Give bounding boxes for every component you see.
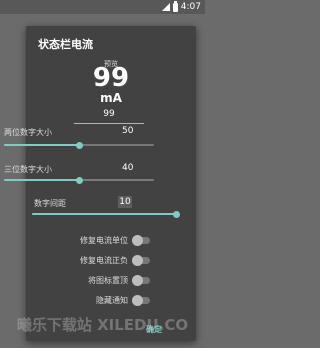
current-settings-dialog: 状态栏电流 预览 99 mA 99 两位数字大小 50 三位数字大小 40 数字… xyxy=(4,26,196,341)
preview-value: 99 xyxy=(92,63,130,93)
switch-row-fix-current-sign[interactable]: 修复电流正负 xyxy=(26,254,196,268)
switch-label: 将图标置顶 xyxy=(88,276,128,285)
status-time: 4:07 xyxy=(180,2,201,12)
status-icons: 4:07 xyxy=(161,0,201,13)
preview-value-input[interactable]: 99 xyxy=(74,109,144,124)
slider-fill xyxy=(4,144,79,146)
switch-row-fix-current-unit[interactable]: 修复电流单位 xyxy=(26,234,196,248)
three-digit-size-value: 40 xyxy=(122,163,134,173)
battery-icon xyxy=(172,0,178,12)
digit-spacing-input[interactable]: 10 xyxy=(118,196,132,208)
hide-notification-toggle[interactable] xyxy=(132,295,150,306)
two-digit-size-label: 两位数字大小 xyxy=(4,128,52,137)
slider-fill xyxy=(32,213,176,215)
slider-fill xyxy=(4,179,79,181)
preview-unit: mA xyxy=(100,91,122,105)
fix-current-unit-toggle[interactable] xyxy=(132,235,150,246)
switch-label: 隐藏通知 xyxy=(96,296,128,305)
watermark: 曦乐下载站 XILEDU.CO xyxy=(16,316,189,334)
two-digit-size-value: 50 xyxy=(122,126,134,136)
digit-spacing-slider[interactable] xyxy=(32,210,180,218)
switch-label: 修复电流正负 xyxy=(80,256,128,265)
slider-thumb[interactable] xyxy=(172,210,180,218)
fix-current-sign-toggle[interactable] xyxy=(132,255,150,266)
switch-label: 修复电流单位 xyxy=(80,236,128,245)
status-bar: 4:07 xyxy=(0,0,205,14)
signal-icon xyxy=(161,3,170,11)
icon-on-top-toggle[interactable] xyxy=(132,275,150,286)
toggle-knob xyxy=(132,295,143,306)
toggle-knob xyxy=(132,255,143,266)
two-digit-size-slider[interactable] xyxy=(4,141,154,149)
switch-row-icon-on-top[interactable]: 将图标置顶 xyxy=(26,274,196,288)
three-digit-size-slider[interactable] xyxy=(4,176,154,184)
slider-thumb[interactable] xyxy=(75,141,83,149)
switch-row-hide-notification[interactable]: 隐藏通知 xyxy=(26,294,196,308)
slider-thumb[interactable] xyxy=(75,176,83,184)
dialog-title: 状态栏电流 xyxy=(38,38,93,51)
digit-spacing-label: 数字间距 xyxy=(34,199,66,208)
three-digit-size-label: 三位数字大小 xyxy=(4,165,52,174)
toggle-knob xyxy=(132,235,143,246)
toggle-knob xyxy=(132,275,143,286)
